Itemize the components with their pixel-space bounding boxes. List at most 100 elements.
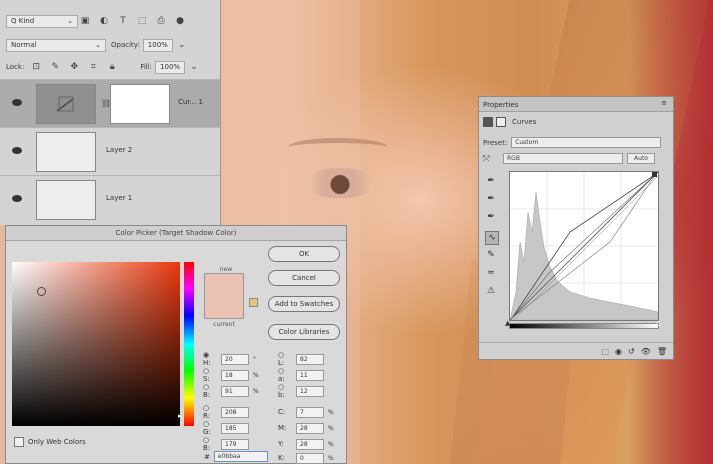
lock-artboard-icon[interactable]: ⌗ (86, 60, 100, 74)
preset-value: Custom (515, 139, 539, 146)
layers-filter-row: Q Kind ⌄ ▣ ◐ T ⬚ ⎙ ● (0, 14, 220, 28)
lock-all-icon[interactable]: 🔒︎ (105, 60, 119, 74)
layer-row-curves[interactable]: ⛓ Cur... 1 (0, 79, 220, 127)
clipping-warning-icon[interactable]: ⚠ (485, 285, 497, 297)
hue-slider[interactable] (184, 262, 194, 426)
layer-name[interactable]: Layer 2 (106, 146, 132, 154)
chevron-down-icon[interactable]: ⌄ (175, 38, 189, 52)
blend-row: Normal ⌄ Opacity: 100% ⌄ (0, 38, 220, 52)
blend-mode-dropdown[interactable]: Normal ⌄ (6, 38, 106, 52)
s-field[interactable]: 18 (221, 369, 249, 381)
preset-dropdown[interactable]: Custom (511, 137, 662, 148)
properties-panel: Properties ≡ Curves Preset: Custom ⤲ RGB… (478, 96, 674, 360)
percent-unit: % (253, 387, 259, 395)
blue-field[interactable]: 179 (221, 438, 249, 450)
only-web-colors-option[interactable]: Only Web Colors (14, 437, 86, 447)
layer-row-1[interactable]: Layer 1 (0, 175, 220, 223)
g-radio[interactable]: ○ G: (203, 420, 215, 436)
trash-icon[interactable]: 🗑︎ (657, 347, 667, 356)
h-field[interactable]: 20 (221, 353, 249, 365)
layer-row-2[interactable]: Layer 2 (0, 127, 220, 175)
hash-label: # (204, 452, 210, 461)
visibility-eye-icon[interactable] (12, 99, 22, 106)
c-label: C: (278, 408, 286, 416)
reset-icon[interactable]: ↺ (628, 347, 635, 356)
ok-button[interactable]: OK (268, 246, 340, 262)
adjustment-title: Curves (512, 118, 537, 126)
eyedropper-gray-icon[interactable]: ✒ (485, 193, 497, 205)
r-radio[interactable]: ○ R: (203, 404, 215, 420)
channel-dropdown[interactable]: RGB (503, 153, 623, 164)
adjustment-filter-icon[interactable]: ◐ (97, 14, 111, 28)
l-radio[interactable]: ○ L: (278, 351, 290, 367)
clip-to-layer-icon[interactable]: ⬚ (601, 347, 609, 356)
percent-unit: % (328, 454, 334, 462)
lock-row: Lock: ⊡ ✎ ✥ ⌗ 🔒︎ Fill: 100% ⌄ (0, 60, 220, 74)
shape-filter-icon[interactable]: ⬚ (135, 14, 149, 28)
c-field[interactable]: 7 (296, 406, 324, 418)
auto-button[interactable]: Auto (627, 153, 655, 164)
lock-position-icon[interactable]: ✥ (67, 60, 81, 74)
a-radio[interactable]: ○ a: (278, 367, 290, 383)
panel-menu-icon[interactable]: ≡ (661, 99, 667, 107)
dialog-title: Color Picker (Target Shadow Color) (6, 226, 346, 241)
eyedropper-black-icon[interactable]: ✒ (485, 175, 497, 187)
layer-mask-thumbnail[interactable] (110, 84, 170, 124)
b-field[interactable]: 91 (221, 385, 249, 397)
pencil-icon[interactable]: ✎ (485, 249, 497, 261)
g-field[interactable]: 185 (221, 422, 249, 434)
curve-point-tool-icon[interactable]: ∿ (485, 231, 499, 245)
b-radio[interactable]: ○ B: (203, 383, 215, 399)
h-radio[interactable]: ◉ H: (203, 351, 215, 367)
properties-bottom-bar: ⬚ ◉ ↺ 👁︎ 🗑︎ (479, 342, 673, 359)
type-filter-icon[interactable]: T (116, 14, 130, 28)
filter-toggle-icon[interactable]: ● (173, 14, 187, 28)
k-field[interactable]: 0 (296, 452, 324, 464)
lock-transparent-icon[interactable]: ⊡ (29, 60, 43, 74)
add-to-swatches-button[interactable]: Add to Swatches (268, 296, 340, 312)
channel-value: RGB (507, 155, 520, 162)
lab-b-field[interactable]: 12 (296, 385, 324, 397)
view-previous-icon[interactable]: ◉ (615, 347, 622, 356)
white-point-slider-icon[interactable]: △ (655, 319, 660, 327)
hex-field[interactable]: e0bbaa (213, 451, 268, 462)
visibility-eye-icon[interactable]: 👁︎ (641, 347, 651, 356)
y-field[interactable]: 28 (296, 438, 324, 450)
pixel-filter-icon[interactable]: ▣ (78, 14, 92, 28)
l-field[interactable]: 82 (296, 353, 324, 365)
lab-b-radio[interactable]: ○ b: (278, 383, 290, 399)
blue-radio[interactable]: ○ B: (203, 436, 215, 452)
color-field[interactable] (12, 262, 180, 426)
visibility-eye-icon[interactable] (12, 195, 22, 202)
curves-graph[interactable] (509, 171, 663, 321)
mask-icon[interactable] (496, 117, 506, 127)
eyedropper-white-icon[interactable]: ✒ (485, 211, 497, 223)
curves-histogram (509, 171, 663, 321)
only-web-colors-checkbox[interactable] (14, 437, 24, 447)
r-row: ○ R: 208 (203, 404, 249, 420)
s-radio[interactable]: ○ S: (203, 367, 215, 383)
opacity-field[interactable]: 100% (142, 38, 173, 52)
black-point-slider-icon[interactable]: ▲ (505, 319, 510, 327)
h-row: ◉ H: 20 ° (203, 351, 256, 367)
color-libraries-button[interactable]: Color Libraries (268, 324, 340, 340)
layer-name[interactable]: Cur... 1 (178, 98, 203, 106)
lock-brush-icon[interactable]: ✎ (48, 60, 62, 74)
cancel-button[interactable]: Cancel (268, 270, 340, 286)
fill-field[interactable]: 100% (155, 60, 186, 74)
color-selector-ring[interactable] (37, 287, 46, 296)
layer-name[interactable]: Layer 1 (106, 194, 132, 202)
visibility-eye-icon[interactable] (12, 147, 22, 154)
smart-object-filter-icon[interactable]: ⎙ (154, 14, 168, 28)
r-field[interactable]: 208 (221, 406, 249, 418)
out-of-gamut-warning-icon[interactable] (249, 298, 258, 307)
new-color-label: new (219, 266, 233, 273)
on-image-adjust-icon[interactable]: ⤲ (483, 154, 503, 164)
tab-properties[interactable]: Properties (483, 101, 518, 109)
filter-kind-dropdown[interactable]: Q Kind ⌄ (6, 14, 78, 28)
hue-slider-arrow-icon[interactable]: ▸ (178, 412, 182, 420)
a-field[interactable]: 11 (296, 369, 324, 381)
m-field[interactable]: 28 (296, 422, 324, 434)
chevron-down-icon[interactable]: ⌄ (187, 60, 201, 74)
smooth-icon[interactable]: ≈ (485, 267, 497, 279)
